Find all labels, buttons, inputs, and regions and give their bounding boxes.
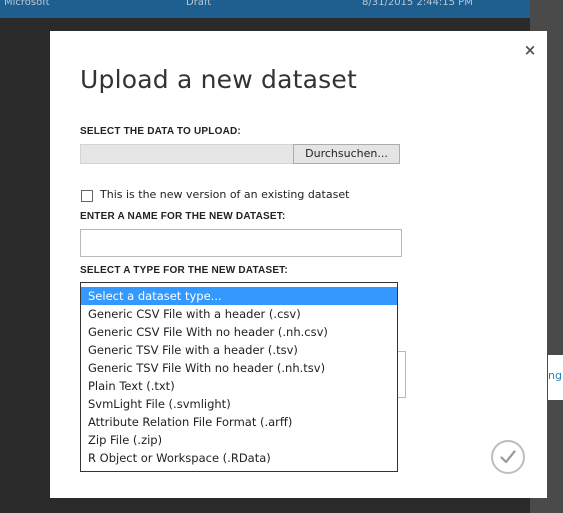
- background-cell-status: Draft: [186, 0, 212, 8]
- close-button[interactable]: ×: [521, 41, 539, 59]
- background-side-link: ng «: [548, 369, 563, 382]
- select-data-label: SELECT THE DATA TO UPLOAD:: [80, 126, 241, 137]
- background-grid-row: Microsoft Draft 8/31/2015 2:44:15 PM: [0, 0, 530, 18]
- dataset-name-input[interactable]: [80, 229, 402, 257]
- close-icon: ×: [523, 41, 537, 59]
- dataset-name-label: ENTER A NAME FOR THE NEW DATASET:: [80, 211, 286, 222]
- background-cell-date: 8/31/2015 2:44:15 PM: [362, 0, 473, 8]
- new-version-label: This is the new version of an existing d…: [100, 188, 350, 201]
- dataset-type-option-placeholder[interactable]: Select a dataset type...: [81, 287, 397, 305]
- dataset-type-option-nh-csv[interactable]: Generic CSV File With no header (.nh.csv…: [81, 323, 397, 341]
- dataset-type-label: SELECT A TYPE FOR THE NEW DATASET:: [80, 265, 288, 276]
- dataset-type-option-arff[interactable]: Attribute Relation File Format (.arff): [81, 413, 397, 431]
- dataset-type-option-csv[interactable]: Generic CSV File with a header (.csv): [81, 305, 397, 323]
- browse-button[interactable]: Durchsuchen...: [293, 144, 400, 164]
- dataset-type-option-nh-tsv[interactable]: Generic TSV File With no header (.nh.tsv…: [81, 359, 397, 377]
- background-cell-owner: Microsoft: [4, 0, 50, 8]
- new-version-checkbox[interactable]: [81, 190, 93, 202]
- checkmark-icon: [500, 450, 516, 464]
- dialog-title: Upload a new dataset: [80, 65, 357, 94]
- dataset-type-option-zip[interactable]: Zip File (.zip): [81, 431, 397, 449]
- dataset-type-option-txt[interactable]: Plain Text (.txt): [81, 377, 397, 395]
- dataset-type-option-tsv[interactable]: Generic TSV File with a header (.tsv): [81, 341, 397, 359]
- dataset-type-option-svmlight[interactable]: SvmLight File (.svmlight): [81, 395, 397, 413]
- dataset-type-option-rdata[interactable]: R Object or Workspace (.RData): [81, 449, 397, 467]
- file-path-field[interactable]: [80, 144, 295, 164]
- upload-dataset-dialog: × Upload a new dataset SELECT THE DATA T…: [50, 31, 547, 498]
- dataset-type-dropdown[interactable]: Select a dataset type... Generic CSV Fil…: [80, 282, 398, 472]
- ok-button[interactable]: [491, 440, 525, 474]
